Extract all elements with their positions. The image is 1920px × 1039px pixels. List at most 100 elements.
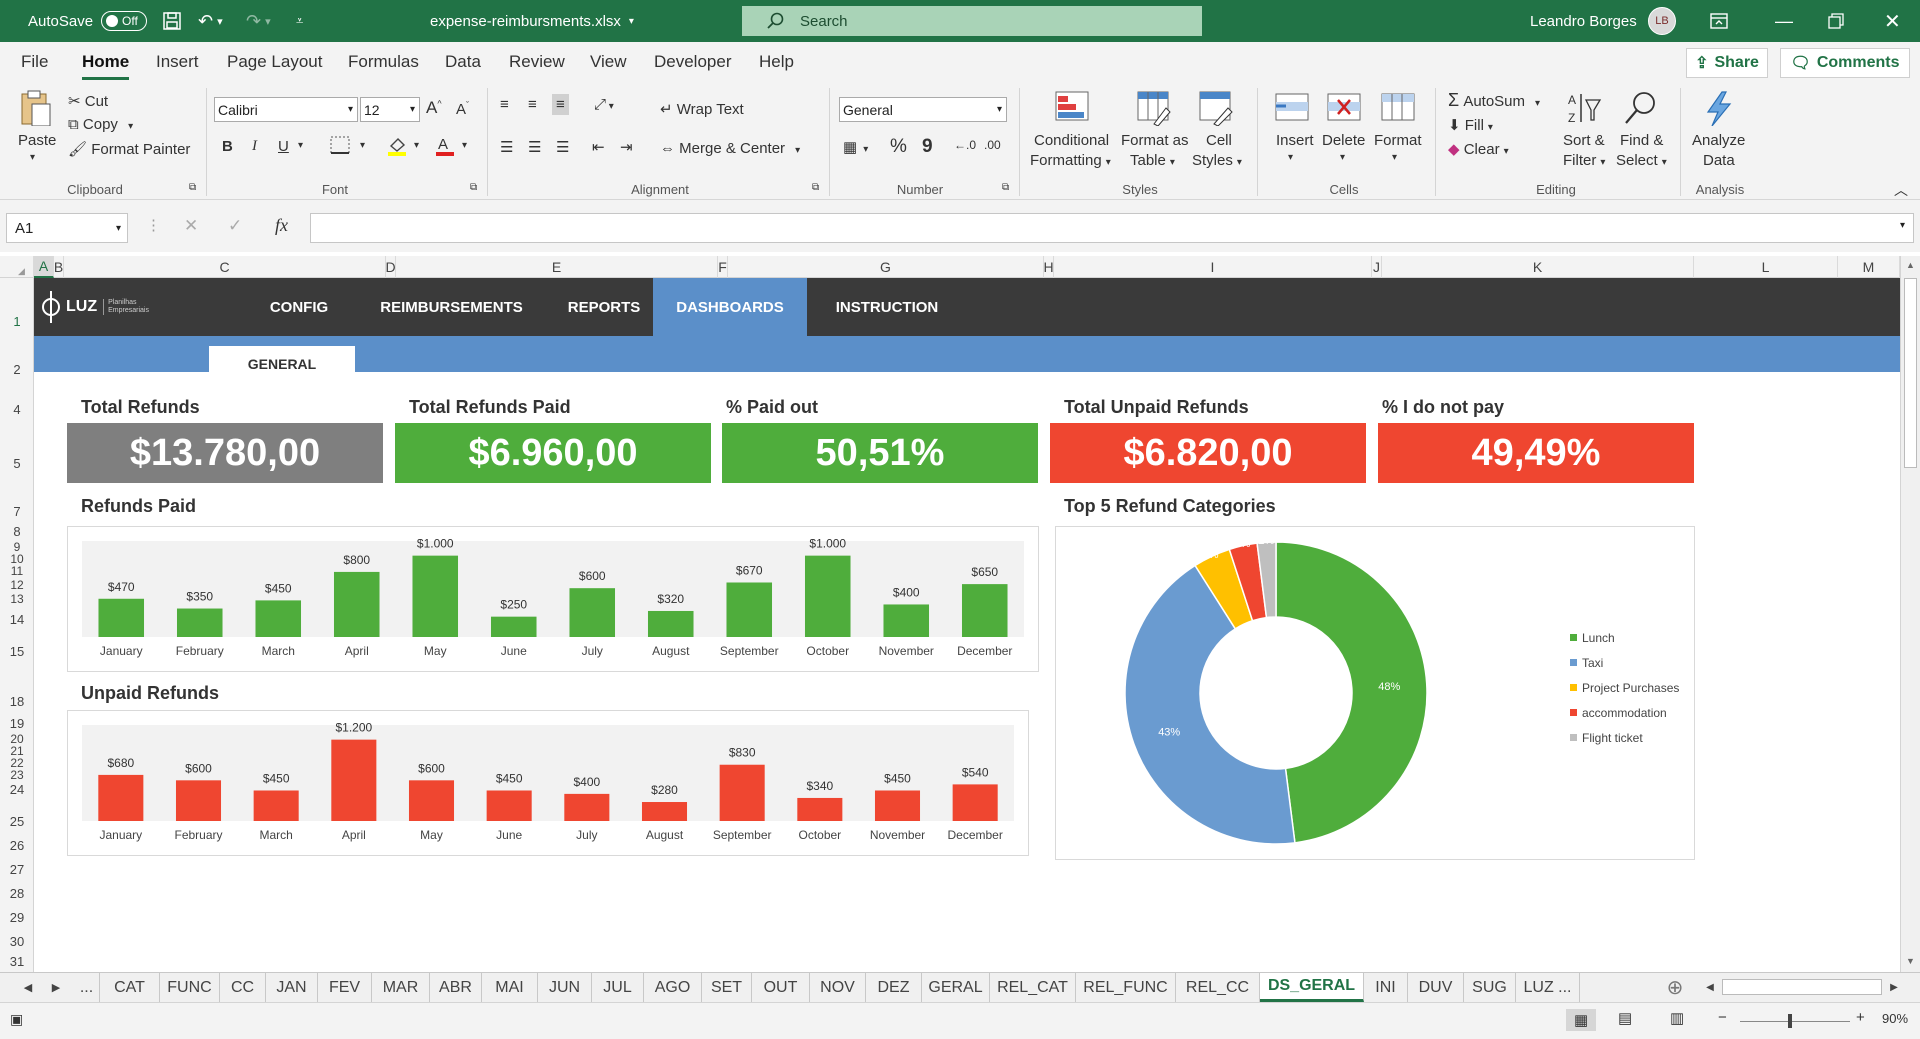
copy-button[interactable]: ⧉ Copy ▾ [68, 116, 133, 133]
row-header[interactable]: 12 [0, 578, 34, 592]
decrease-font-icon[interactable]: Aˇ [456, 100, 469, 118]
sheet-tab[interactable]: LUZ ... [1516, 973, 1580, 1002]
orientation-icon[interactable]: ⤢ ▾ [594, 96, 614, 113]
increase-decimal-icon[interactable]: ←.0 [954, 138, 976, 152]
row-header[interactable]: 15 [0, 644, 34, 659]
tab-file[interactable]: File [21, 52, 48, 72]
sheet-tab[interactable]: ABR [430, 973, 482, 1002]
insert-function-icon[interactable]: fx [275, 215, 288, 236]
merge-center-button[interactable]: ⇔ Merge & Center ▾ [660, 140, 800, 157]
column-header[interactable]: J [1372, 256, 1382, 278]
clipboard-launcher-icon[interactable]: ⧉ [189, 182, 196, 193]
sheet-tab[interactable]: MAI [482, 973, 538, 1002]
search-input[interactable]: Search [742, 6, 1202, 36]
percent-button[interactable]: % [890, 136, 907, 158]
number-launcher-icon[interactable]: ⧉ [1002, 182, 1009, 193]
scroll-up-icon[interactable]: ▲ [1906, 260, 1915, 270]
page-break-view-icon[interactable]: ▥ [1670, 1009, 1684, 1027]
cut-button[interactable]: ✂ Cut [68, 92, 108, 110]
row-header[interactable]: 29 [0, 910, 34, 925]
row-header[interactable]: 18 [0, 694, 34, 709]
horizontal-scrollbar[interactable] [1722, 979, 1882, 995]
fill-dropdown-icon[interactable]: ▾ [414, 140, 419, 151]
bold-button[interactable]: B [222, 138, 233, 155]
row-header[interactable]: 31 [0, 954, 34, 969]
increase-font-icon[interactable]: A^ [426, 98, 442, 118]
column-header[interactable]: G [728, 256, 1044, 278]
avatar[interactable]: LB [1648, 0, 1676, 42]
column-header[interactable]: A [34, 256, 54, 278]
tab-review[interactable]: Review [509, 52, 565, 72]
sheet-tab[interactable]: NOV [810, 973, 866, 1002]
sheet-tab[interactable]: FUNC [160, 973, 220, 1002]
autosave-toggle[interactable]: Off [101, 11, 148, 31]
font-color-dropdown-icon[interactable]: ▾ [462, 140, 467, 151]
next-sheet-icon[interactable]: ▶ [46, 973, 66, 1002]
column-header[interactable]: B [54, 256, 64, 278]
sheet-tab[interactable]: MAR [372, 973, 430, 1002]
nav-instruction[interactable]: INSTRUCTION [812, 278, 962, 336]
row-header[interactable]: 14 [0, 612, 34, 627]
align-center-icon[interactable]: ☰ [528, 138, 541, 156]
row-header[interactable]: 26 [0, 838, 34, 853]
zoom-out-icon[interactable]: − [1718, 1009, 1727, 1026]
align-right-icon[interactable]: ☰ [556, 138, 569, 156]
column-header[interactable]: E [396, 256, 718, 278]
close-icon[interactable]: ✕ [1884, 0, 1901, 42]
column-header[interactable]: F [718, 256, 728, 278]
row-header[interactable]: 2 [0, 362, 34, 377]
tab-formulas[interactable]: Formulas [348, 52, 419, 72]
hscroll-left-icon[interactable]: ◀ [1700, 973, 1720, 1002]
font-color-icon[interactable]: A [434, 134, 456, 160]
column-header[interactable]: L [1694, 256, 1838, 278]
column-header[interactable]: I [1054, 256, 1372, 278]
row-header[interactable]: 19 [0, 716, 34, 731]
column-header[interactable]: M [1838, 256, 1900, 278]
column-header[interactable]: H [1043, 256, 1054, 278]
row-header[interactable]: 11 [0, 564, 34, 578]
row-header[interactable]: 23 [0, 768, 34, 782]
comma-button[interactable]: 9 [922, 136, 933, 158]
zoom-slider-thumb[interactable] [1788, 1014, 1792, 1028]
autosave[interactable]: AutoSave Off [28, 0, 148, 42]
increase-indent-icon[interactable]: ⇥ [620, 138, 633, 156]
tab-help[interactable]: Help [759, 52, 794, 72]
column-header[interactable]: D [385, 256, 396, 278]
sheet-tab[interactable]: DUV [1408, 973, 1464, 1002]
underline-button[interactable]: U [278, 138, 289, 155]
align-left-icon[interactable]: ☰ [500, 138, 513, 156]
sheet-tab[interactable]: JUL [592, 973, 644, 1002]
subtab-general[interactable]: GENERAL [209, 346, 355, 382]
sheet-tab[interactable]: JAN [266, 973, 318, 1002]
align-middle-icon[interactable]: ≡ [528, 96, 537, 113]
font-launcher-icon[interactable]: ⧉ [470, 182, 477, 193]
column-header[interactable]: K [1382, 256, 1694, 278]
sheet-tab[interactable]: REL_FUNC [1076, 973, 1176, 1002]
enter-icon[interactable]: ✓ [228, 216, 242, 236]
redo-icon[interactable]: ↷ ▾ [246, 0, 271, 42]
sheet-tab[interactable]: SET [702, 973, 752, 1002]
format-painter-button[interactable]: 🖌 Format Painter [68, 140, 190, 158]
name-box[interactable]: A1 ▾ [6, 213, 128, 243]
row-header[interactable]: 24 [0, 782, 34, 797]
fill-color-icon[interactable] [386, 134, 408, 160]
font-name-select[interactable]: Calibri ▾ [214, 97, 358, 122]
row-header[interactable]: 28 [0, 886, 34, 901]
column-header[interactable]: C [64, 256, 386, 278]
tab-view[interactable]: View [590, 52, 627, 72]
scroll-down-icon[interactable]: ▼ [1906, 956, 1915, 966]
row-header[interactable]: 8 [0, 524, 34, 539]
sheet-tab[interactable]: AGO [644, 973, 702, 1002]
row-header[interactable]: 7 [0, 504, 34, 519]
undo-icon[interactable]: ↶ ▾ [198, 0, 223, 42]
file-name[interactable]: expense-reimbursments.xlsx ▾ [430, 0, 634, 42]
tab-home[interactable]: Home [82, 52, 130, 80]
borders-dropdown-icon[interactable]: ▾ [360, 140, 365, 151]
save-icon[interactable] [162, 0, 182, 42]
zoom-slider[interactable] [1740, 1014, 1850, 1028]
cancel-icon[interactable]: ✕ [184, 216, 198, 236]
row-header[interactable]: 13 [0, 592, 34, 606]
row-header[interactable]: 25 [0, 814, 34, 829]
nav-reimbursements[interactable]: REIMBURSEMENTS [359, 278, 544, 336]
tab-developer[interactable]: Developer [654, 52, 732, 72]
